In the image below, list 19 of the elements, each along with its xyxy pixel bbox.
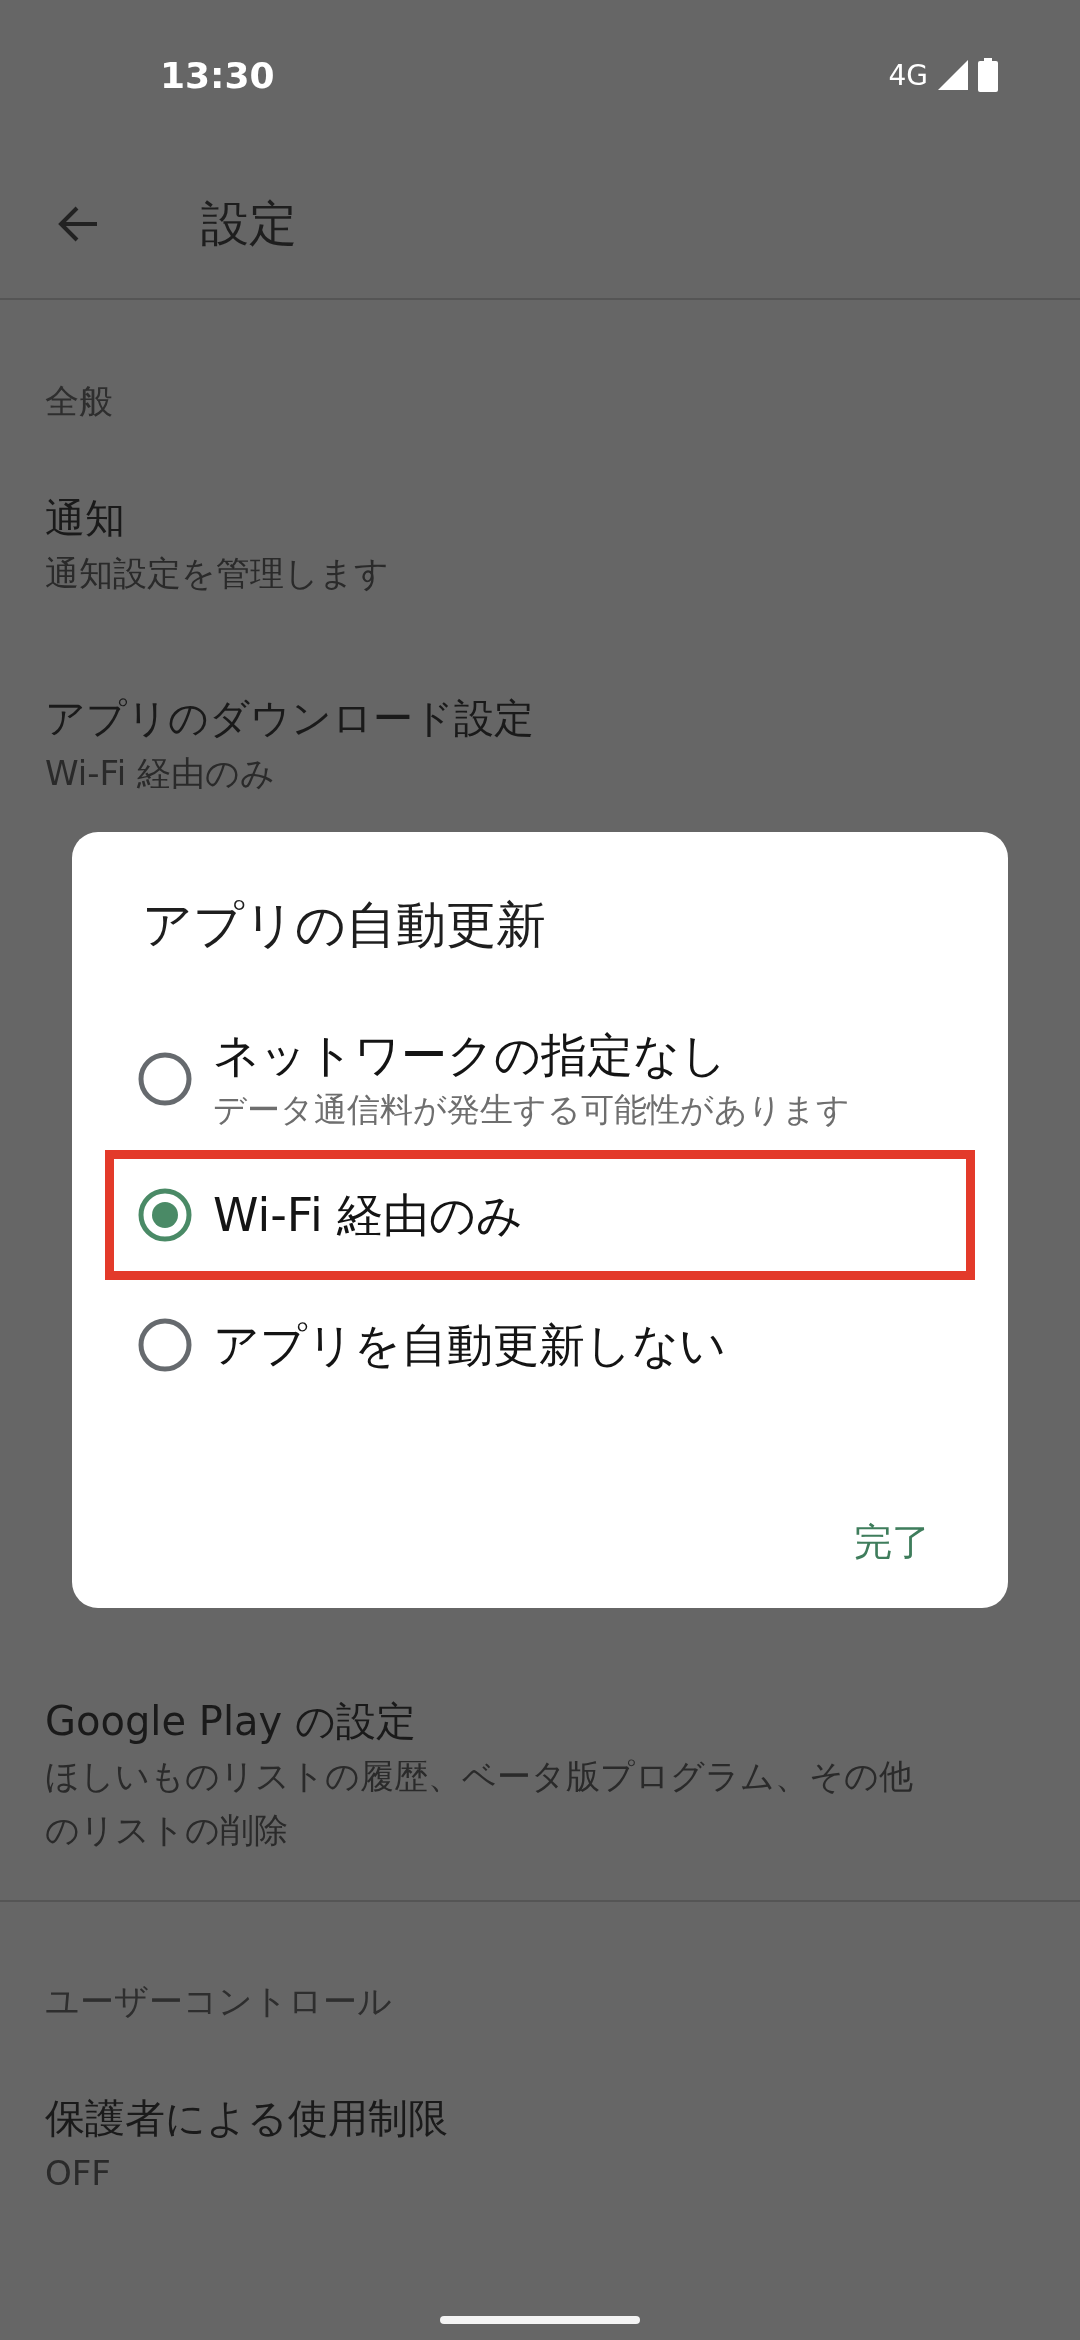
settings-item[interactable]: 保護者による使用制限 OFF (0, 2045, 1080, 2245)
option-label[interactable]: アプリを自動更新しない (213, 1314, 726, 1376)
network-type: 4G (888, 58, 928, 92)
section-heading: 全般 (45, 380, 113, 423)
settings-item[interactable]: Google Play の設定 ほしいものリストの履歴、ベータ版プログラム、その他 のリストの削除 (0, 1645, 1080, 1900)
status-time: 13:30 (160, 54, 275, 96)
option-label[interactable]: ネットワークの指定なし (213, 1024, 850, 1086)
settings-item[interactable]: 通知 通知設定を管理します (0, 445, 1080, 645)
signal-icon (936, 58, 970, 92)
radio-unselected[interactable] (137, 1317, 193, 1373)
option-description: データ通信料が発生する可能性があります (213, 1089, 850, 1131)
done-button[interactable]: 完了 (834, 1507, 950, 1578)
radio-selected[interactable] (137, 1187, 193, 1243)
battery-icon (978, 58, 998, 92)
dialog-title: アプリの自動更新 (142, 895, 547, 956)
radio-unselected[interactable] (137, 1051, 193, 1107)
page-title: 設定 (201, 194, 297, 253)
section-heading: ユーザーコントロール (45, 1980, 392, 2023)
option-label[interactable]: Wi-Fi 経由のみ (213, 1184, 524, 1246)
